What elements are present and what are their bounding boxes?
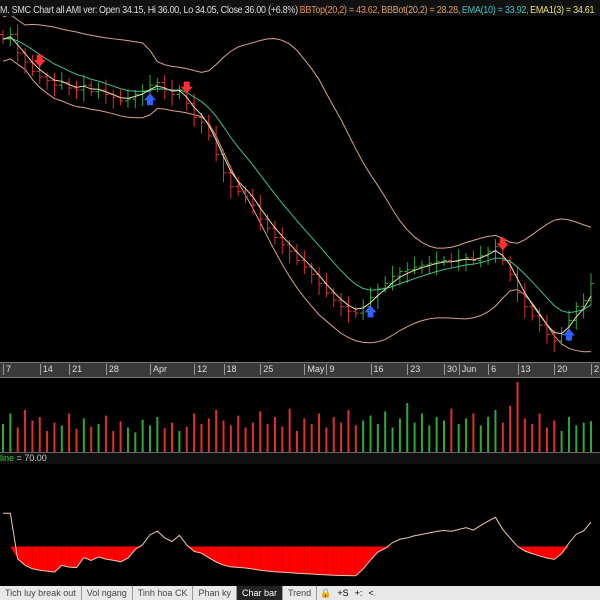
rsi-oversold-fill bbox=[297, 546, 305, 574]
rsi-oversold-fill bbox=[230, 546, 239, 568]
rsi-oversold-fill bbox=[39, 546, 48, 572]
sell-arrow-icon bbox=[180, 81, 193, 94]
date-tick: 21 bbox=[69, 364, 82, 375]
date-tick: 30 bbox=[444, 364, 457, 375]
rsi-oversold-fill bbox=[554, 546, 562, 560]
add-sheet-button[interactable]: +S bbox=[334, 586, 351, 600]
tab-tinh-hoa-ck[interactable]: Tinh hoa CK bbox=[133, 586, 194, 600]
rsi-oversold-fill bbox=[326, 546, 334, 576]
tab-phan-ky[interactable]: Phan ky bbox=[193, 586, 237, 600]
date-tick: 25 bbox=[260, 364, 273, 375]
rsi-oversold-fill bbox=[245, 546, 253, 569]
date-tick: 28 bbox=[105, 364, 119, 375]
rsi-oversold-fill bbox=[267, 546, 275, 572]
bbtop-readout: BBTop(20,2) = 43.62, bbox=[299, 5, 380, 16]
date-tick: 7 bbox=[3, 364, 11, 375]
rsi-oversold-fill bbox=[282, 546, 290, 573]
rsi-oversold-fill bbox=[223, 546, 231, 567]
date-tick: 2 bbox=[591, 364, 599, 375]
buy-arrow-icon bbox=[144, 93, 156, 106]
ema10-line bbox=[2, 37, 592, 314]
rsi-oversold-fill bbox=[260, 546, 268, 572]
rsi-oversold-fill bbox=[32, 546, 40, 571]
date-tick: 20 bbox=[554, 364, 567, 375]
rsi-oversold-fill bbox=[274, 546, 283, 573]
rsi-line-name: line bbox=[0, 453, 15, 463]
date-tick: 14 bbox=[39, 364, 53, 375]
date-tick: Apr bbox=[150, 364, 167, 375]
date-tick: 18 bbox=[223, 364, 237, 375]
rsi-oversold-fill bbox=[238, 546, 246, 568]
tab-vol-ngang[interactable]: Vol ngang bbox=[82, 586, 133, 600]
rsi-oversold-fill bbox=[47, 546, 55, 573]
rsi-oversold-fill bbox=[69, 546, 77, 568]
ema10-readout: EMA(10) = 33.92, bbox=[461, 5, 529, 16]
date-tick: 6 bbox=[488, 364, 496, 375]
insert-sheet-button[interactable]: +: bbox=[352, 586, 366, 600]
rsi-oversold-fill bbox=[105, 546, 114, 561]
ohlc-readout: Open 34.15, Hi 36.00, Lo 34.05, Close 36… bbox=[98, 5, 298, 16]
date-tick: 13 bbox=[517, 364, 531, 375]
tab-trend[interactable]: Trend bbox=[283, 586, 318, 600]
scroll-left-button[interactable]: < bbox=[365, 586, 376, 600]
rsi-oversold-fill bbox=[304, 546, 312, 575]
date-tick: 23 bbox=[407, 364, 420, 375]
price-chart[interactable] bbox=[0, 16, 600, 362]
rsi-oversold-fill bbox=[341, 546, 349, 576]
date-axis: 7 14 21 28 Apr 12 18 25 May 9 16 23 30 Jun 6 13 20 2 bbox=[0, 362, 600, 378]
date-tick: 9 bbox=[326, 364, 334, 375]
rsi-oversold-fill bbox=[252, 546, 261, 571]
rsi-oversold-fill bbox=[113, 546, 121, 562]
rsi-oversold-fill bbox=[61, 546, 70, 568]
volume-chart[interactable] bbox=[0, 378, 600, 452]
ema3-readout: EMA1(3) = 34.61 bbox=[530, 5, 595, 16]
rsi-line-value: = 70.00 bbox=[16, 453, 47, 463]
rsi-oversold-fill bbox=[333, 546, 342, 576]
sheet-tabs: Tich luy break out Vol ngang Tinh hoa CK Ph… bbox=[0, 586, 600, 600]
chart-title: M. SMC Chart all AMI ver bbox=[0, 5, 95, 16]
rsi-oversold-fill bbox=[348, 546, 356, 576]
rsi-oversold-fill bbox=[319, 546, 327, 575]
date-tick: May bbox=[304, 364, 324, 375]
buy-arrow-icon bbox=[364, 305, 377, 318]
rsi-oversold-fill bbox=[355, 546, 364, 576]
tab-char-bar[interactable]: Char bar bbox=[236, 586, 283, 600]
bbbot-readout: BBBot(20,2) = 28.28, bbox=[381, 5, 461, 16]
lock-icon[interactable]: 🔒 bbox=[317, 586, 334, 600]
chart-header: M. SMC Chart all AMI ver: Open 34.15, Hi … bbox=[0, 0, 600, 16]
bb-bottom-line bbox=[2, 58, 592, 353]
date-tick: Jun bbox=[458, 364, 476, 375]
date-tick: 16 bbox=[370, 364, 384, 375]
rsi-oversold-fill bbox=[546, 546, 555, 560]
rsi-oversold-fill bbox=[311, 546, 320, 575]
rsi-oversold-fill bbox=[363, 546, 371, 569]
rsi-oversold-fill bbox=[76, 546, 84, 568]
rsi-chart[interactable] bbox=[0, 463, 600, 586]
tab-tich-luy-break-out[interactable]: Tich luy break out bbox=[0, 586, 82, 600]
bb-top-line bbox=[2, 16, 592, 249]
date-tick: 12 bbox=[194, 364, 207, 375]
rsi-oversold-fill bbox=[289, 546, 297, 574]
